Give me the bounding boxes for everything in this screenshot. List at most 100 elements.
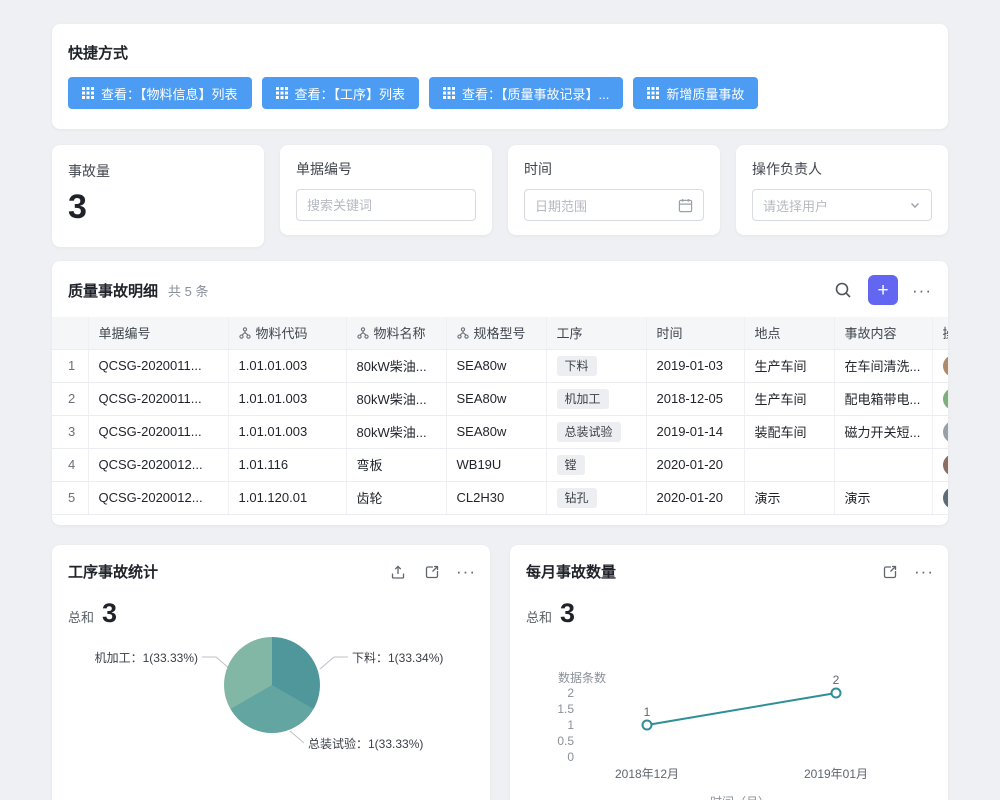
pie-chart (224, 637, 320, 733)
x-axis-label: 时间（月） (710, 793, 770, 800)
add-record-button[interactable]: + (868, 275, 898, 305)
cell-material-code: 1.01.01.003 (228, 349, 346, 382)
doc-no-filter-card: 单据编号 (280, 145, 492, 235)
cell-content: 在车间清洗... (834, 349, 932, 382)
stat-value: 3 (68, 189, 248, 226)
total-label: 总和 (526, 607, 552, 626)
cell-time: 2020-01-20 (646, 481, 744, 514)
export-button[interactable] (388, 562, 408, 582)
table-row[interactable]: 5 QCSG-2020012... 1.01.120.01 齿轮 CL2H30 … (52, 481, 948, 514)
col-doc-no[interactable]: 单据编号 (88, 317, 228, 349)
doc-no-search-input[interactable] (296, 189, 476, 221)
col-material-name[interactable]: 物料名称 (346, 317, 446, 349)
filter-row: 事故量 3 单据编号 时间 日期范围 操作负责人 请选择用户 (52, 145, 948, 247)
avatar (943, 487, 949, 509)
date-range-placeholder: 日期范围 (535, 196, 587, 215)
cell-material-name: 弯板 (346, 448, 446, 481)
pie-label-machining: 机加工：1(33.33%) (68, 649, 198, 666)
cell-process: 钻孔 (546, 481, 646, 514)
line-more-button[interactable]: ··· (914, 563, 934, 580)
cell-time: 2019-01-14 (646, 415, 744, 448)
user-select[interactable]: 请选择用户 (752, 189, 932, 221)
open-fullscreen-button[interactable] (422, 562, 442, 582)
search-button[interactable] (832, 279, 854, 301)
cell-material-name: 80kW柴油... (346, 349, 446, 382)
table-row[interactable]: 1 QCSG-2020011... 1.01.01.003 80kW柴油... … (52, 349, 948, 382)
process-tag: 下料 (557, 356, 597, 376)
table-row[interactable]: 4 QCSG-2020012... 1.01.116 弯板 WB19U 镗 20… (52, 448, 948, 481)
table-row[interactable]: 2 QCSG-2020011... 1.01.01.003 80kW柴油... … (52, 382, 948, 415)
x-category: 2019年01月 (804, 765, 868, 782)
col-place[interactable]: 地点 (744, 317, 834, 349)
col-process[interactable]: 工序 (546, 317, 646, 349)
cell-material-name: 齿轮 (346, 481, 446, 514)
x-category: 2018年12月 (615, 765, 679, 782)
table-row[interactable]: 3 QCSG-2020011... 1.01.01.003 80kW柴油... … (52, 415, 948, 448)
shortcut-label: 查看：【质量事故记录】... (462, 84, 609, 103)
row-index: 5 (52, 481, 88, 514)
avatar (943, 355, 949, 377)
y-tick: 0 (510, 749, 574, 765)
pie-more-button[interactable]: ··· (456, 563, 476, 580)
date-range-input[interactable]: 日期范围 (524, 189, 704, 221)
pie-total: 总和 3 (68, 598, 490, 629)
cell-process: 下料 (546, 349, 646, 382)
cell-spec: SEA80w (446, 382, 546, 415)
open-fullscreen-button[interactable] (880, 562, 900, 582)
cell-content (834, 448, 932, 481)
table-header-row: 单据编号 物料代码 物料名称 规格型号 工序 时间 地点 事故内容 操作负责人 (52, 317, 948, 349)
avatar (943, 454, 949, 476)
grid-icon (82, 87, 94, 99)
line-card-tools: ··· (880, 562, 934, 582)
more-icon: ··· (456, 562, 476, 581)
row-index: 3 (52, 415, 88, 448)
pie-card-tools: ··· (388, 562, 476, 582)
process-tag: 机加工 (557, 389, 609, 409)
cell-doc-no: QCSG-2020012... (88, 448, 228, 481)
cell-owner (932, 415, 948, 448)
row-index: 2 (52, 382, 88, 415)
shortcut-view-accident-records-button[interactable]: 查看：【质量事故记录】... (429, 77, 623, 109)
dashboard-page: 快捷方式 查看：【物料信息】列表 查看：【工序】列表 查看：【质量事故记录】..… (0, 0, 1000, 800)
calendar-icon[interactable] (678, 198, 693, 213)
cell-time: 2018-12-05 (646, 382, 744, 415)
shortcut-view-process-list-button[interactable]: 查看：【工序】列表 (262, 77, 420, 109)
cell-spec: SEA80w (446, 415, 546, 448)
cell-owner (932, 448, 948, 481)
shortcut-add-accident-button[interactable]: 新增质量事故 (633, 77, 758, 109)
time-label: 时间 (524, 159, 704, 179)
table-more-button[interactable]: ··· (912, 282, 932, 299)
chevron-down-icon[interactable] (909, 199, 921, 211)
col-material-code[interactable]: 物料代码 (228, 317, 346, 349)
more-icon: ··· (914, 562, 934, 581)
line-chart-title: 每月事故数量 (526, 561, 616, 582)
shortcuts-card: 快捷方式 查看：【物料信息】列表 查看：【工序】列表 查看：【质量事故记录】..… (52, 24, 948, 129)
cell-material-name: 80kW柴油... (346, 382, 446, 415)
relation-icon (457, 327, 469, 339)
table-record-count: 共 5 条 (168, 281, 208, 300)
cell-place: 装配车间 (744, 415, 834, 448)
user-select-placeholder: 请选择用户 (763, 196, 828, 215)
svg-text:1: 1 (644, 705, 651, 719)
cell-place (744, 448, 834, 481)
y-tick: 2 (510, 685, 574, 701)
process-tag: 镗 (557, 455, 585, 475)
col-content[interactable]: 事故内容 (834, 317, 932, 349)
relation-icon (239, 327, 251, 339)
cell-doc-no: QCSG-2020011... (88, 382, 228, 415)
col-spec-model[interactable]: 规格型号 (446, 317, 546, 349)
process-tag: 总装试验 (557, 422, 621, 442)
operator-filter-card: 操作负责人 请选择用户 (736, 145, 948, 235)
line-card-header: 每月事故数量 ··· (510, 545, 948, 582)
table-toolbar: + ··· (832, 275, 932, 305)
relation-icon (357, 327, 369, 339)
col-time[interactable]: 时间 (646, 317, 744, 349)
cell-material-name: 80kW柴油... (346, 415, 446, 448)
line-total: 总和 3 (526, 598, 948, 629)
shortcut-view-material-list-button[interactable]: 查看：【物料信息】列表 (68, 77, 252, 109)
pie-chart-title: 工序事故统计 (68, 561, 158, 582)
process-tag: 钻孔 (557, 488, 597, 508)
process-accident-stats-card: 工序事故统计 ··· (52, 545, 490, 800)
col-index (52, 317, 88, 349)
col-owner[interactable]: 操作负责人 (932, 317, 948, 349)
